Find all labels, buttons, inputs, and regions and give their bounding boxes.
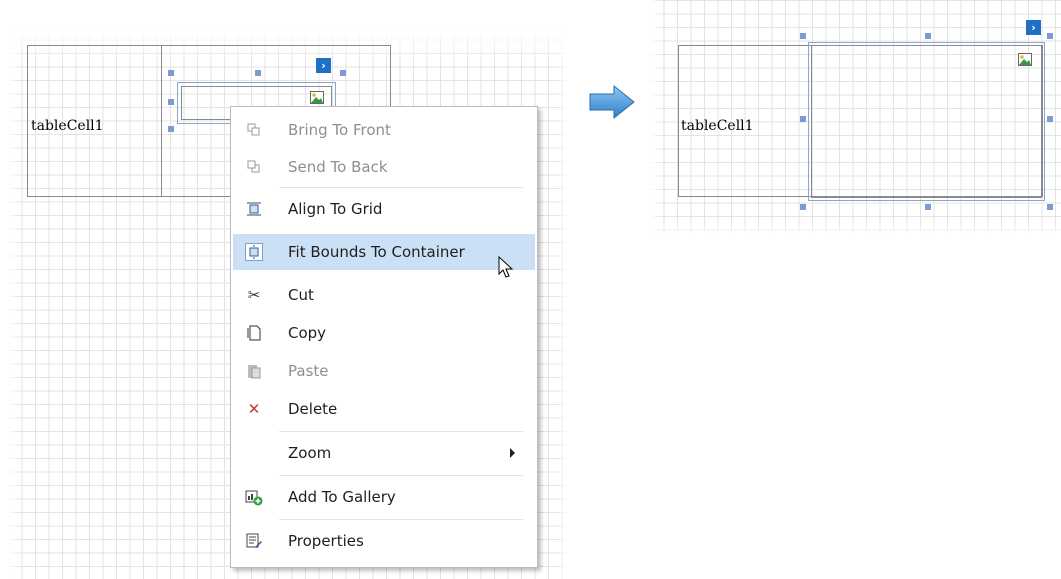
selection-handle[interactable] <box>255 70 261 76</box>
selection-handle[interactable] <box>800 33 806 39</box>
selection-handle[interactable] <box>168 126 174 132</box>
selection-handle[interactable] <box>340 70 346 76</box>
selection-handle[interactable] <box>925 33 931 39</box>
paste-icon <box>236 363 272 379</box>
scissors-icon: ✂ <box>247 286 261 304</box>
selection-handle[interactable] <box>1047 204 1053 210</box>
selection-handle[interactable] <box>925 204 931 210</box>
selection-handle[interactable] <box>1047 116 1053 122</box>
menu-label: Add To Gallery <box>288 488 396 506</box>
menu-label: Delete <box>288 400 338 418</box>
send-to-back-icon <box>236 160 272 174</box>
menu-separator <box>279 431 523 432</box>
table-cell-label[interactable]: tableCell1 <box>681 118 754 134</box>
delete-icon: ✕ <box>247 400 261 418</box>
submenu-arrow-icon <box>510 448 515 458</box>
menu-label: Fit Bounds To Container <box>288 243 465 261</box>
menu-label: Cut <box>288 286 314 304</box>
menu-item-fit-bounds-to-container[interactable]: Fit Bounds To Container <box>233 234 535 270</box>
menu-label: Align To Grid <box>288 200 383 218</box>
menu-item-align-to-grid[interactable]: Align To Grid <box>233 191 535 227</box>
properties-icon <box>236 533 272 549</box>
table-cell-label[interactable]: tableCell1 <box>31 118 104 134</box>
copy-icon <box>236 325 272 341</box>
menu-item-copy[interactable]: Copy <box>233 315 535 351</box>
selection-handle[interactable] <box>800 204 806 210</box>
picture-icon <box>310 91 324 104</box>
transition-arrow-icon <box>589 84 635 120</box>
selection-handle[interactable] <box>168 70 174 76</box>
menu-separator <box>279 475 523 476</box>
mouse-cursor-icon <box>498 256 514 278</box>
menu-label: Properties <box>288 532 364 550</box>
menu-label: Paste <box>288 362 329 380</box>
menu-separator <box>279 187 523 188</box>
selection-handle[interactable] <box>800 116 806 122</box>
smart-tag-icon[interactable]: › <box>316 58 331 73</box>
menu-item-add-to-gallery[interactable]: Add To Gallery <box>233 479 535 515</box>
menu-item-zoom[interactable]: Zoom <box>233 435 535 471</box>
align-to-grid-icon <box>236 201 272 217</box>
selection-handle[interactable] <box>168 99 174 105</box>
bring-to-front-icon <box>236 123 272 137</box>
menu-item-bring-to-front[interactable]: Bring To Front <box>233 112 535 148</box>
menu-item-properties[interactable]: Properties <box>233 523 535 559</box>
picture-box-inner <box>811 45 1042 198</box>
menu-label: Zoom <box>288 444 332 462</box>
menu-label: Bring To Front <box>288 121 391 139</box>
picture-icon <box>1018 53 1032 66</box>
context-menu: Bring To Front Send To Back Align To Gri… <box>230 106 538 568</box>
fit-bounds-icon <box>236 243 272 261</box>
selection-handle[interactable] <box>1047 33 1053 39</box>
menu-item-paste[interactable]: Paste <box>233 353 535 389</box>
menu-item-cut[interactable]: ✂ Cut <box>233 277 535 313</box>
menu-separator <box>279 519 523 520</box>
add-to-gallery-icon <box>236 488 272 506</box>
menu-item-send-to-back[interactable]: Send To Back <box>233 149 535 185</box>
cell-divider <box>161 46 162 196</box>
smart-tag-icon[interactable]: › <box>1026 20 1041 35</box>
menu-item-delete[interactable]: ✕ Delete <box>233 391 535 427</box>
menu-label: Send To Back <box>288 158 388 176</box>
menu-label: Copy <box>288 324 327 342</box>
